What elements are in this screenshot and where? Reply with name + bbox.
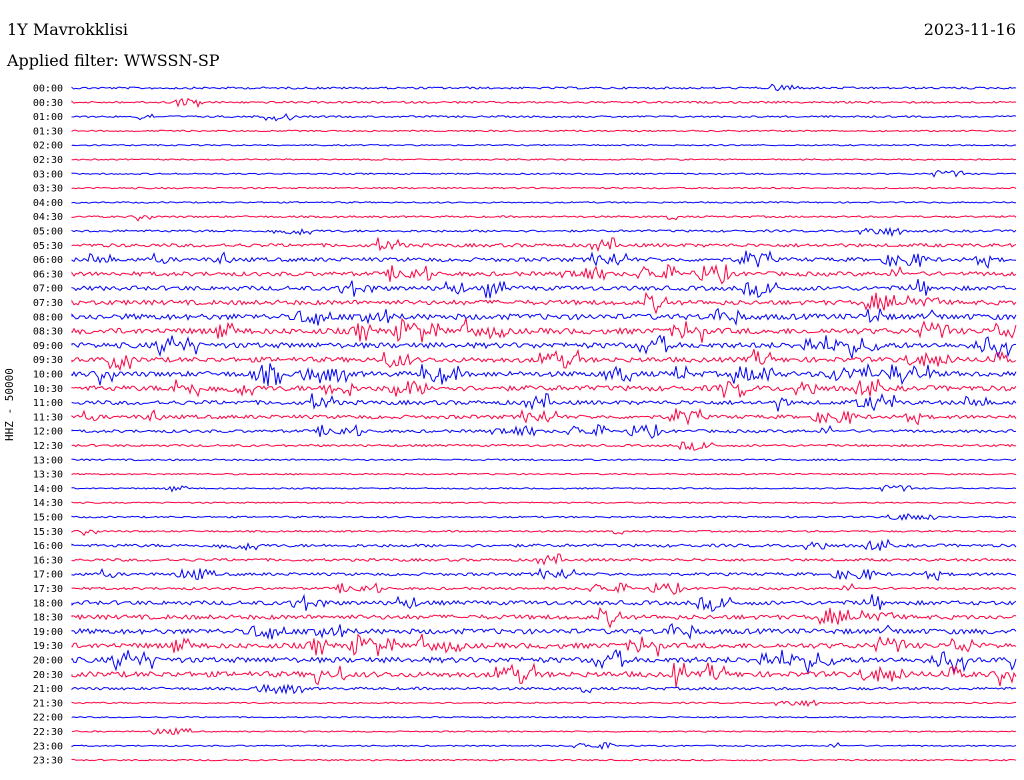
time-label: 12:30 bbox=[33, 441, 63, 452]
time-label: 20:30 bbox=[33, 670, 63, 681]
seismic-trace bbox=[71, 113, 1017, 122]
seismic-trace bbox=[71, 484, 1017, 493]
time-label: 10:30 bbox=[33, 384, 63, 395]
time-label: 06:30 bbox=[33, 269, 63, 280]
time-label: 23:00 bbox=[33, 741, 63, 752]
time-label: 23:30 bbox=[33, 756, 63, 767]
time-label: 06:00 bbox=[33, 255, 63, 266]
seismic-trace bbox=[71, 348, 1017, 372]
seismic-trace bbox=[71, 379, 1017, 398]
seismic-trace bbox=[71, 249, 1017, 269]
time-label: 10:00 bbox=[33, 370, 63, 381]
time-label: 13:30 bbox=[33, 470, 63, 481]
time-label: 19:30 bbox=[33, 641, 63, 652]
time-label: 22:30 bbox=[33, 727, 63, 738]
seismic-trace bbox=[71, 291, 1017, 315]
time-label: 20:00 bbox=[33, 656, 63, 667]
time-label: 17:30 bbox=[33, 584, 63, 595]
seismic-trace bbox=[71, 649, 1017, 675]
time-label: 00:00 bbox=[33, 84, 63, 95]
seismic-trace bbox=[71, 201, 1017, 204]
seismic-trace bbox=[71, 472, 1017, 476]
time-label: 18:30 bbox=[33, 613, 63, 624]
seismic-trace bbox=[71, 538, 1017, 552]
seismic-trace bbox=[71, 317, 1017, 343]
seismic-trace bbox=[71, 129, 1017, 133]
seismic-trace bbox=[71, 263, 1017, 285]
seismic-trace bbox=[71, 727, 1017, 735]
seismic-trace bbox=[71, 158, 1017, 161]
seismic-trace bbox=[71, 237, 1017, 253]
seismic-trace bbox=[71, 83, 1017, 92]
seismic-trace bbox=[71, 334, 1017, 361]
time-label: 03:00 bbox=[33, 169, 63, 180]
seismic-trace bbox=[71, 97, 1017, 108]
seismic-trace bbox=[71, 362, 1017, 386]
time-label: 00:30 bbox=[33, 98, 63, 109]
time-label: 15:00 bbox=[33, 513, 63, 524]
seismic-trace bbox=[71, 215, 1017, 222]
time-label: 01:30 bbox=[33, 126, 63, 137]
seismic-trace bbox=[71, 716, 1017, 719]
time-label: 04:30 bbox=[33, 212, 63, 223]
time-label: 16:00 bbox=[33, 541, 63, 552]
time-label: 17:00 bbox=[33, 570, 63, 581]
seismic-trace bbox=[71, 307, 1017, 327]
time-label: 18:00 bbox=[33, 598, 63, 609]
seismic-trace bbox=[71, 501, 1017, 504]
time-label: 21:00 bbox=[33, 684, 63, 695]
time-label: 11:00 bbox=[33, 398, 63, 409]
time-label: 14:00 bbox=[33, 484, 63, 495]
seismic-trace bbox=[71, 226, 1017, 238]
time-label: 15:30 bbox=[33, 527, 63, 538]
seismic-trace bbox=[71, 529, 1017, 537]
seismic-trace bbox=[71, 567, 1017, 582]
seismic-trace bbox=[71, 606, 1017, 629]
time-label: 08:00 bbox=[33, 312, 63, 323]
time-label: 16:30 bbox=[33, 555, 63, 566]
time-label: 13:00 bbox=[33, 455, 63, 466]
seismic-trace bbox=[71, 513, 1017, 521]
time-label: 01:00 bbox=[33, 112, 63, 123]
helicorder-plot: 00:00 00:30 01:00 01:30 02:00 02:30 03:00 03:30… bbox=[33, 83, 1017, 767]
time-label: 02:00 bbox=[33, 141, 63, 152]
seismic-trace bbox=[71, 699, 1017, 708]
seismic-trace bbox=[71, 683, 1017, 695]
seismic-trace bbox=[71, 407, 1017, 426]
seismic-trace bbox=[71, 392, 1017, 412]
seismic-trace bbox=[71, 623, 1017, 641]
seismic-trace bbox=[71, 553, 1017, 566]
seismic-trace bbox=[71, 186, 1017, 190]
time-label: 22:00 bbox=[33, 713, 63, 724]
seismic-trace bbox=[71, 581, 1017, 595]
seismic-trace bbox=[71, 143, 1017, 147]
time-label: 11:30 bbox=[33, 412, 63, 423]
time-label: 12:00 bbox=[33, 427, 63, 438]
seismic-trace bbox=[71, 441, 1017, 451]
seismic-trace bbox=[71, 758, 1017, 762]
seismic-trace bbox=[71, 423, 1017, 439]
time-label: 14:30 bbox=[33, 498, 63, 509]
time-label: 19:00 bbox=[33, 627, 63, 638]
time-label: 07:30 bbox=[33, 298, 63, 309]
time-label: 09:30 bbox=[33, 355, 63, 366]
time-label: 09:00 bbox=[33, 341, 63, 352]
seismic-trace bbox=[71, 278, 1017, 299]
time-label: 21:30 bbox=[33, 698, 63, 709]
time-label: 05:30 bbox=[33, 241, 63, 252]
seismic-trace bbox=[71, 741, 1017, 751]
time-label: 04:00 bbox=[33, 198, 63, 209]
time-label: 03:30 bbox=[33, 184, 63, 195]
time-label: 05:00 bbox=[33, 227, 63, 238]
seismic-trace bbox=[71, 170, 1017, 178]
time-label: 02:30 bbox=[33, 155, 63, 166]
time-label: 08:30 bbox=[33, 327, 63, 338]
seismic-trace bbox=[71, 458, 1017, 462]
seismic-trace bbox=[71, 662, 1017, 688]
seismic-trace bbox=[71, 633, 1017, 657]
time-label: 07:00 bbox=[33, 284, 63, 295]
seismic-trace bbox=[71, 593, 1017, 613]
